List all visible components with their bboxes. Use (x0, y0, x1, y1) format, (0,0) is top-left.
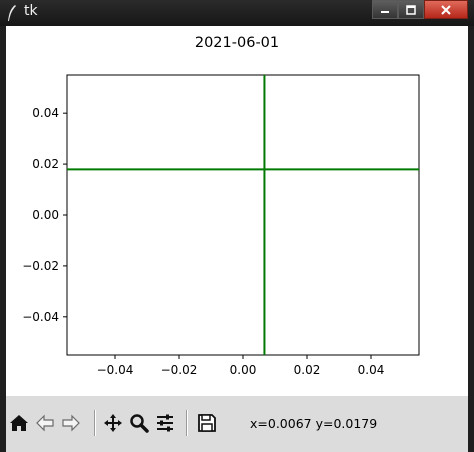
y-tick-label: 0.04 (32, 106, 59, 120)
x-tick-label: −0.02 (161, 363, 198, 377)
coordinate-readout: x=0.0067 y=0.0179 (250, 416, 378, 431)
pan-button[interactable] (102, 412, 124, 434)
y-tick-label: 0.02 (32, 157, 59, 171)
x-tick-label: 0.04 (358, 363, 385, 377)
forward-button[interactable] (60, 412, 82, 434)
x-tick-label: 0.00 (230, 363, 257, 377)
home-button[interactable] (8, 412, 30, 434)
floppy-disk-icon (198, 414, 216, 432)
toolbar-separator (186, 410, 188, 436)
back-button[interactable] (34, 412, 56, 434)
arrow-left-icon (36, 414, 54, 432)
configure-subplots-button[interactable] (154, 412, 176, 434)
y-tick-label: −0.04 (22, 310, 59, 324)
x-tick-label: 0.02 (294, 363, 321, 377)
toolbar-separator (94, 410, 96, 436)
magnifier-icon (130, 414, 149, 433)
zoom-button[interactable] (128, 412, 150, 434)
sliders-icon (157, 414, 173, 432)
plot-area[interactable]: −0.04 −0.02 0.00 0.02 0.04 −0.04 −0.02 0.00 0.02… (0, 0, 474, 400)
x-tick-label: −0.04 (97, 363, 134, 377)
home-icon (10, 415, 28, 431)
navigation-toolbar: x=0.0067 y=0.0179 (6, 396, 468, 452)
move-icon (104, 414, 122, 432)
axes-frame (66, 74, 420, 356)
arrow-right-icon (62, 414, 80, 432)
save-button[interactable] (196, 412, 218, 434)
y-tick-label: 0.00 (32, 208, 59, 222)
y-tick-label: −0.02 (22, 259, 59, 273)
